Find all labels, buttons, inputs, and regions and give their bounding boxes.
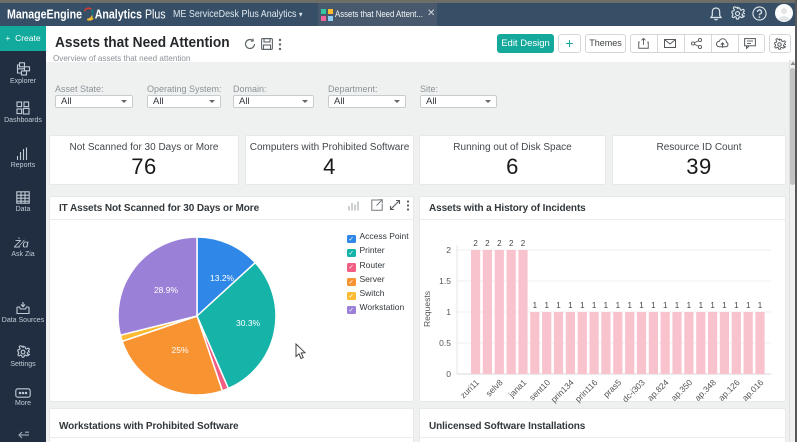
svg-text:1: 1 bbox=[604, 301, 609, 310]
svg-text:1: 1 bbox=[568, 301, 573, 310]
svg-text:ap.016: ap.016 bbox=[740, 377, 766, 403]
svg-text:28.9%: 28.9% bbox=[154, 285, 179, 295]
svg-text:25%: 25% bbox=[171, 345, 188, 355]
svg-text:2: 2 bbox=[521, 239, 526, 248]
svg-text:0: 0 bbox=[446, 369, 451, 379]
svg-text:prin134: prin134 bbox=[549, 377, 576, 404]
svg-text:1: 1 bbox=[533, 301, 538, 310]
svg-text:prin116: prin116 bbox=[573, 377, 600, 404]
svg-text:jana1: jana1 bbox=[506, 377, 529, 400]
svg-text:ap.126: ap.126 bbox=[716, 377, 742, 403]
svg-text:1: 1 bbox=[651, 301, 656, 310]
svg-text:2: 2 bbox=[485, 239, 490, 248]
svg-text:1: 1 bbox=[556, 301, 561, 310]
svg-text:ap.824: ap.824 bbox=[645, 377, 671, 403]
svg-text:Z̀∕ɑ: Z̀∕ɑ bbox=[14, 238, 29, 250]
svg-text:sent10: sent10 bbox=[527, 377, 552, 402]
svg-text:1: 1 bbox=[544, 301, 549, 310]
svg-text:0.5: 0.5 bbox=[439, 338, 451, 348]
svg-text:zuri11: zuri11 bbox=[458, 377, 481, 400]
svg-text:1: 1 bbox=[592, 301, 597, 310]
svg-text:1: 1 bbox=[687, 301, 692, 310]
svg-text:ap.350: ap.350 bbox=[669, 377, 695, 403]
svg-text:13.2%: 13.2% bbox=[210, 273, 235, 283]
svg-text:ap.348: ap.348 bbox=[693, 377, 719, 403]
svg-text:1: 1 bbox=[675, 301, 680, 310]
svg-text:2: 2 bbox=[473, 239, 478, 248]
svg-text:2: 2 bbox=[497, 239, 502, 248]
svg-text:1: 1 bbox=[710, 301, 715, 310]
svg-text:1: 1 bbox=[758, 301, 763, 310]
svg-text:1: 1 bbox=[699, 301, 704, 310]
svg-text:1: 1 bbox=[639, 301, 644, 310]
svg-text:selv8: selv8 bbox=[484, 377, 505, 398]
svg-text:2: 2 bbox=[509, 239, 514, 248]
svg-text:1: 1 bbox=[734, 301, 739, 310]
svg-text:Requests: Requests bbox=[422, 291, 432, 327]
svg-text:dc-i303: dc-i303 bbox=[620, 377, 647, 404]
svg-text:1.5: 1.5 bbox=[439, 276, 451, 286]
svg-text:2: 2 bbox=[446, 245, 451, 255]
svg-text:1: 1 bbox=[627, 301, 632, 310]
svg-text:1: 1 bbox=[446, 307, 451, 317]
svg-text:1: 1 bbox=[616, 301, 621, 310]
svg-text:1: 1 bbox=[746, 301, 751, 310]
svg-text:1: 1 bbox=[663, 301, 668, 310]
svg-text:1: 1 bbox=[722, 301, 727, 310]
svg-text:1: 1 bbox=[580, 301, 585, 310]
svg-text:30.3%: 30.3% bbox=[236, 318, 261, 328]
